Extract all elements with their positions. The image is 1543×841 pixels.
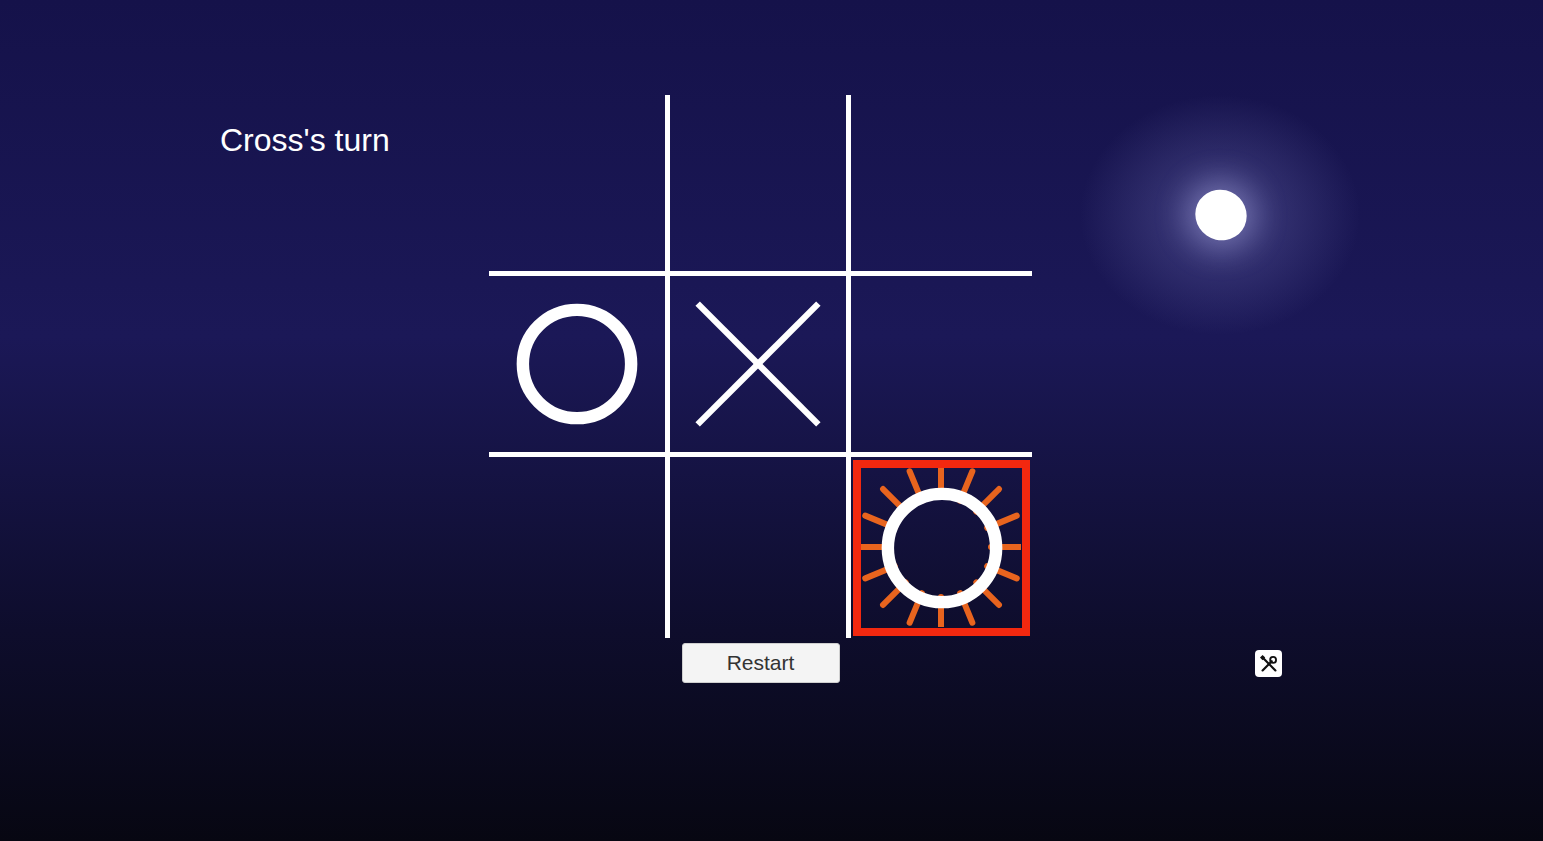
moon (1185, 180, 1256, 251)
tools-button[interactable] (1255, 650, 1282, 677)
board-cell[interactable] (851, 95, 1032, 276)
board-cell[interactable] (851, 457, 1032, 638)
nought-icon (506, 293, 648, 435)
board-cell[interactable] (670, 95, 851, 276)
board-cell[interactable] (670, 276, 851, 457)
board-cell[interactable] (489, 95, 670, 276)
nought-icon (871, 477, 1013, 619)
board-cell[interactable] (670, 457, 851, 638)
board-cell[interactable] (489, 276, 670, 457)
turn-status: Cross's turn (220, 95, 489, 683)
cross-icon (687, 293, 829, 435)
game-screen: Cross's turn Restart (0, 0, 1543, 841)
board-cell[interactable] (851, 276, 1032, 457)
restart-button[interactable]: Restart (682, 643, 840, 683)
tools-icon (1258, 653, 1280, 675)
game-board (489, 95, 1032, 638)
cell-highlight (853, 460, 1030, 636)
board-cell[interactable] (489, 457, 670, 638)
